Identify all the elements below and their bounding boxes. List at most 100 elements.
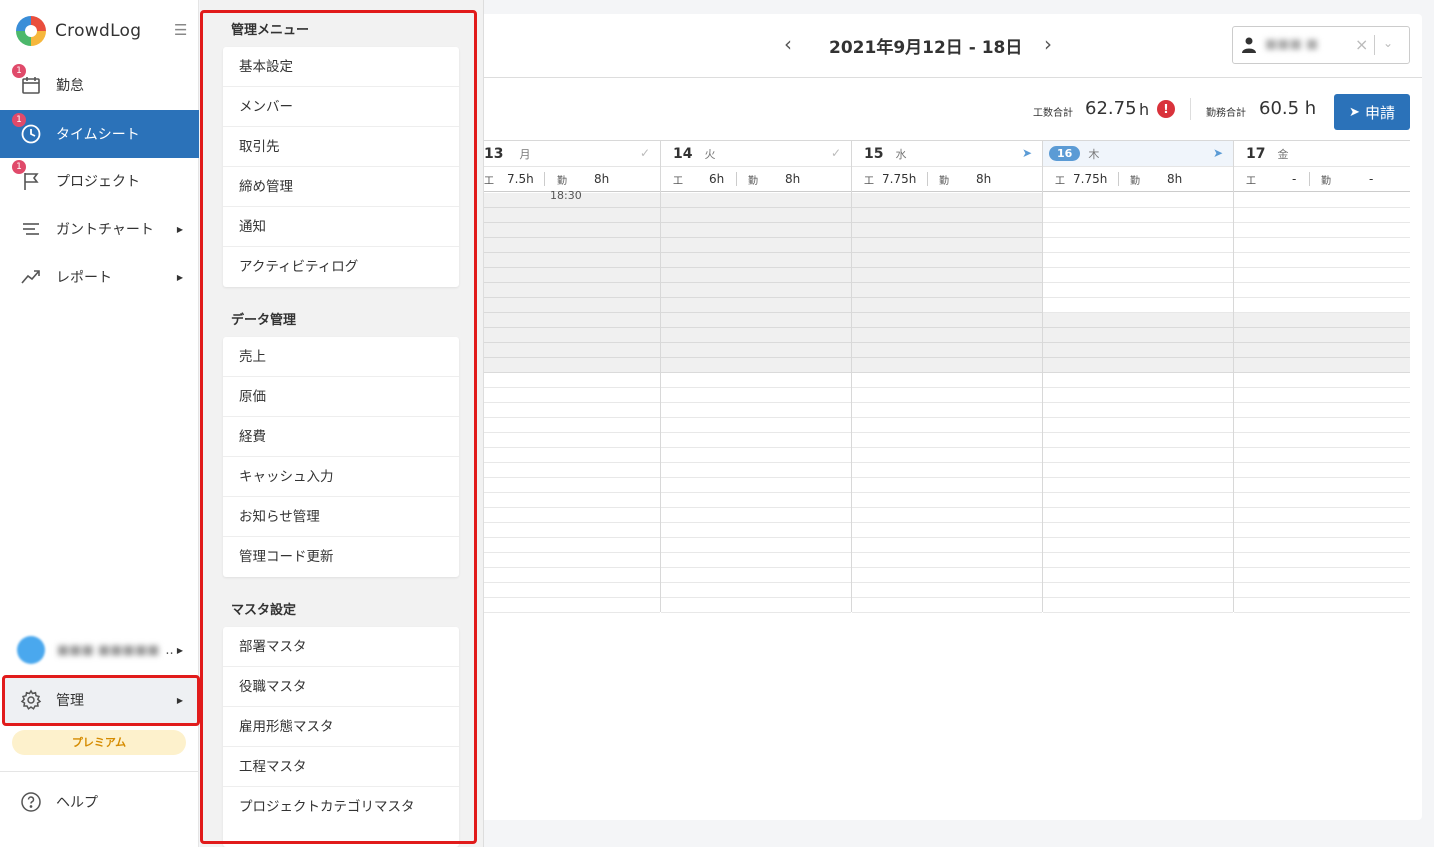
chevron-right-icon[interactable]: ›: [1044, 32, 1052, 56]
work-key: 工: [1246, 175, 1256, 187]
day-weekday: 木: [1088, 147, 1100, 161]
attendance-key: 勤: [939, 175, 949, 187]
work-key: 工: [484, 175, 494, 187]
chevron-down-icon[interactable]: ⌄: [1383, 36, 1393, 50]
day-header: 16 木 ➤: [1043, 141, 1233, 167]
attendance-hours: 8h: [976, 172, 992, 186]
check-icon: ✓: [639, 146, 650, 160]
app-name: CrowdLog: [55, 21, 142, 41]
attendance-hours: 8h: [785, 172, 801, 186]
caret-right-icon: ▶: [176, 645, 183, 655]
divider: [1190, 98, 1191, 120]
day-number: 13: [484, 145, 504, 162]
sidebar-item-help[interactable]: ヘルプ: [0, 784, 98, 820]
sent-icon: ➤: [1021, 146, 1032, 160]
caret-right-icon: ▶: [176, 224, 183, 234]
non-working-shade: [1043, 313, 1233, 373]
time-slots[interactable]: [661, 193, 851, 613]
user-name-redacted: ■■■ ■■■■■: [57, 642, 160, 658]
attendance-key: 勤: [748, 175, 758, 187]
work-key: 工: [1055, 175, 1065, 187]
notification-badge: 1: [12, 113, 26, 127]
app-logo[interactable]: CrowdLog: [16, 14, 141, 48]
attendance-key: 勤: [1130, 175, 1140, 187]
attendance-key: 勤: [557, 175, 567, 187]
divider: [0, 771, 199, 772]
day-number: 17: [1246, 145, 1266, 162]
day-summary: 工 6h 勤 8h: [661, 167, 851, 192]
time-slots[interactable]: [852, 193, 1042, 613]
work-hours: 6h: [709, 172, 725, 186]
day-weekday: 金: [1277, 147, 1289, 161]
caret-right-icon: ▶: [176, 272, 183, 282]
timesheet-main: ‹ 2021年9月12日 - 18日 › ■■■ ■ × ⌄ 工数合計 62.7…: [484, 14, 1422, 820]
day-weekday: 月: [519, 147, 531, 161]
day-column[interactable]: 14 火 ✓ 工 6h 勤 8h: [661, 140, 852, 613]
totals-bar: 工数合計 62.75 h ! 勤務合計 60.5 h ➤ 申請: [484, 94, 1422, 130]
work-total-unit: h: [1139, 100, 1150, 119]
premium-badge[interactable]: プレミアム: [12, 730, 186, 755]
work-hours: 7.75h: [882, 172, 917, 186]
sidebar-item-gantt[interactable]: ガントチャート ▶: [0, 205, 199, 253]
week-nav-bar: ‹ 2021年9月12日 - 18日 › ■■■ ■ × ⌄: [484, 14, 1422, 78]
notification-badge: 1: [12, 160, 26, 174]
trend-icon: [18, 264, 44, 290]
highlight-admin-item: [2, 675, 200, 726]
sidebar-item-label: 勤怠: [56, 78, 84, 94]
time-slots[interactable]: [1043, 193, 1233, 613]
apply-button-label: 申請: [1364, 103, 1395, 122]
send-icon: ➤: [1349, 104, 1360, 120]
user-menu[interactable]: ■■■ ■■■■■ .. ▶: [0, 630, 199, 670]
clear-icon[interactable]: ×: [1355, 35, 1368, 54]
attendance-hours: -: [1369, 172, 1374, 186]
attendance-total-value: 60.5 h: [1259, 98, 1317, 119]
day-column[interactable]: 17 金 工 - 勤 -: [1234, 140, 1410, 613]
sidebar-item-label: タイムシート: [56, 127, 140, 143]
day-summary: 工 7.75h 勤 8h: [852, 167, 1042, 192]
sidebar-item-project[interactable]: 1 プロジェクト: [0, 157, 199, 205]
user-select[interactable]: ■■■ ■ × ⌄: [1232, 26, 1410, 64]
day-number: 14: [673, 145, 693, 162]
notification-badge: 1: [12, 64, 26, 78]
calendar-icon: 1: [12, 64, 44, 98]
time-slots[interactable]: [1234, 193, 1410, 613]
logo-icon: [16, 16, 46, 46]
divider: [544, 172, 545, 186]
attendance-hours: 8h: [1167, 172, 1183, 186]
day-header: 14 火 ✓: [661, 141, 851, 167]
warning-icon[interactable]: !: [1157, 100, 1175, 118]
day-header: 17 金: [1234, 141, 1410, 167]
day-column[interactable]: 13 月 ✓ 工 7.5h 勤 8h 18:30: [484, 140, 661, 613]
gantt-icon: [18, 216, 44, 242]
menu-toggle-icon[interactable]: ☰: [174, 21, 187, 39]
sidebar-item-attendance[interactable]: 1 勤怠: [0, 61, 199, 109]
divider: [1118, 172, 1119, 186]
user-name-suffix: ..: [165, 642, 174, 658]
day-weekday: 水: [895, 147, 907, 161]
day-weekday: 火: [704, 147, 716, 161]
day-summary: 工 - 勤 -: [1234, 167, 1410, 192]
day-column[interactable]: 16 木 ➤ 工 7.75h 勤 8h: [1043, 140, 1234, 613]
attendance-hours: 8h: [594, 172, 610, 186]
divider: [736, 172, 737, 186]
check-icon: ✓: [830, 146, 841, 160]
clock-icon: 1: [12, 113, 44, 147]
apply-button[interactable]: ➤ 申請: [1334, 94, 1410, 130]
selected-user-redacted: ■■■ ■: [1265, 37, 1319, 52]
divider: [1374, 35, 1375, 55]
non-working-shade: [484, 193, 660, 373]
chevron-left-icon[interactable]: ‹: [784, 32, 792, 56]
sidebar-item-timesheet[interactable]: 1 タイムシート: [0, 110, 199, 158]
attendance-total-label: 勤務合計: [1206, 108, 1246, 119]
sidebar-item-report[interactable]: レポート ▶: [0, 253, 199, 301]
highlight-admin-panel: [200, 10, 477, 844]
day-header: 13 月 ✓: [484, 141, 660, 167]
day-header: 15 水 ➤: [852, 141, 1042, 167]
non-working-shade: [852, 193, 1042, 373]
time-slots[interactable]: [484, 193, 660, 613]
work-total-label: 工数合計: [1033, 108, 1073, 119]
work-hours: -: [1292, 172, 1297, 186]
work-hours: 7.5h: [507, 172, 534, 186]
week-title: 2021年9月12日 - 18日: [829, 38, 1023, 58]
day-column[interactable]: 15 水 ➤ 工 7.75h 勤 8h: [852, 140, 1043, 613]
